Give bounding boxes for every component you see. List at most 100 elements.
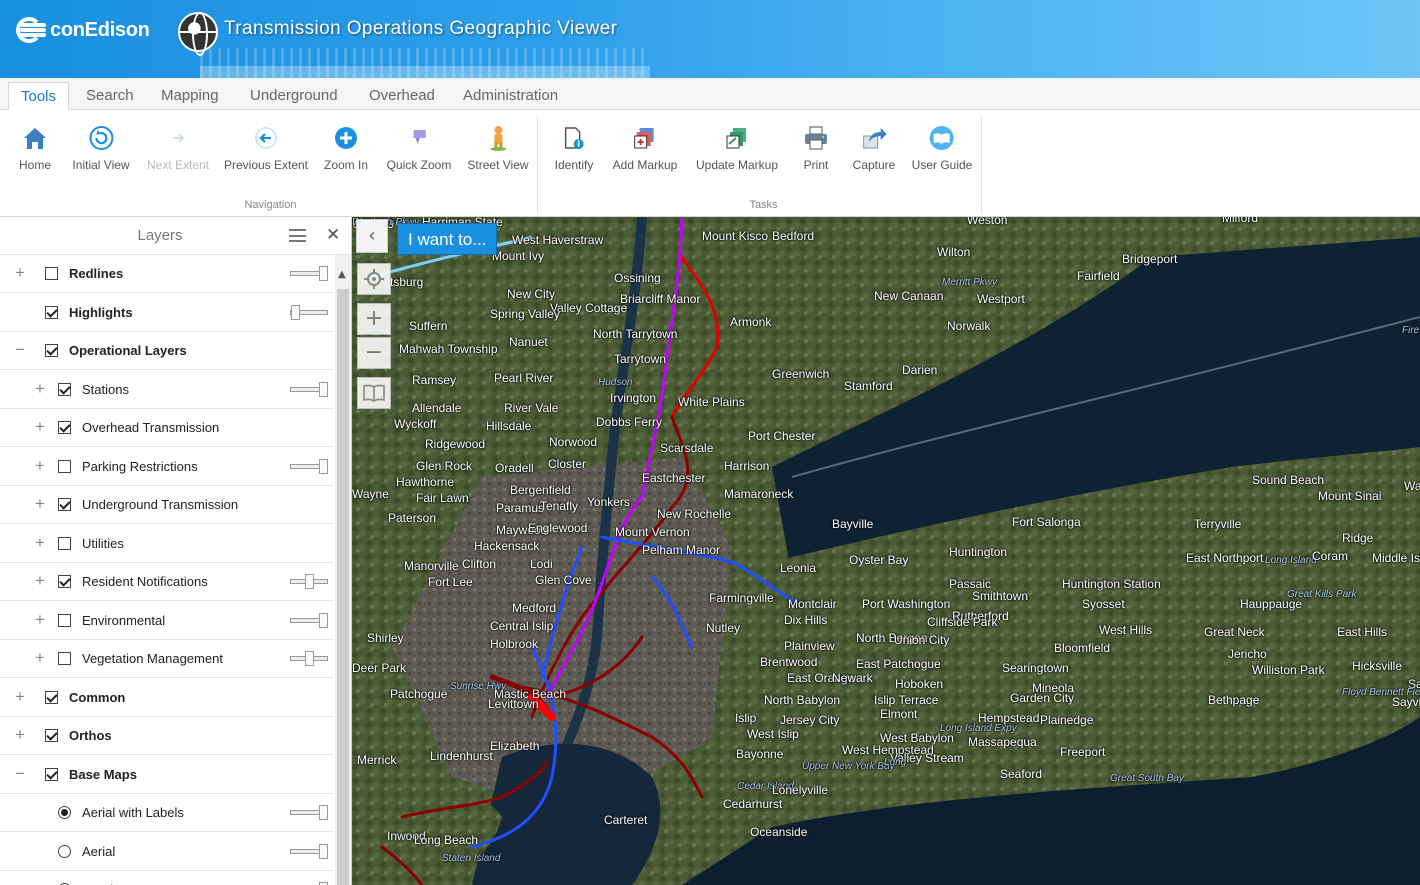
slider-handle[interactable] — [291, 304, 300, 320]
layer-opacity-slider[interactable] — [290, 304, 328, 320]
layer-checkbox[interactable] — [58, 652, 71, 665]
i-want-to-button[interactable]: I want to... — [397, 223, 498, 255]
layer-checkbox[interactable] — [45, 690, 58, 704]
close-icon[interactable]: ✕ — [326, 225, 340, 245]
map-place-label: White Plains — [678, 395, 745, 409]
slider-handle[interactable] — [305, 574, 314, 589]
user-guide-button[interactable]: User Guide — [912, 124, 972, 172]
layer-checkbox[interactable] — [45, 729, 58, 742]
layer-opacity-slider[interactable] — [290, 458, 328, 474]
tab-administration[interactable]: Administration — [451, 82, 570, 110]
locate-icon — [364, 269, 384, 289]
layer-checkbox[interactable] — [58, 536, 71, 550]
layer-checkbox[interactable] — [58, 382, 71, 396]
slider-handle[interactable] — [319, 843, 328, 859]
tab-tools[interactable]: Tools — [8, 82, 70, 110]
tab-mapping[interactable]: Mapping — [149, 82, 231, 110]
scrollbar-thumb[interactable] — [337, 289, 349, 885]
layer-opacity-slider[interactable] — [290, 651, 328, 666]
expand-icon[interactable]: + — [33, 495, 47, 513]
map-place-label: Valley Cottage — [550, 301, 628, 315]
open-book-icon — [363, 384, 385, 402]
map-place-label: Bayville — [832, 517, 874, 531]
slider-handle[interactable] — [319, 805, 328, 820]
layer-radio[interactable] — [58, 806, 71, 819]
tasks-group-label: Tasks — [749, 199, 778, 211]
map-place-label: Patchogue — [390, 687, 448, 701]
layer-opacity-slider[interactable] — [290, 574, 328, 589]
expand-icon[interactable]: + — [13, 264, 27, 282]
header-skyline-base — [200, 66, 650, 78]
collapse-icon[interactable]: − — [13, 341, 27, 359]
tab-search[interactable]: Search — [74, 82, 146, 110]
slider-handle[interactable] — [319, 381, 328, 397]
add-markup-button[interactable]: Add Markup — [613, 124, 677, 172]
layer-opacity-slider[interactable] — [290, 843, 328, 859]
expand-icon[interactable]: + — [33, 533, 47, 552]
slider-handle[interactable] — [319, 266, 328, 281]
layer-checkbox[interactable] — [58, 498, 71, 511]
menu-icon[interactable] — [289, 229, 306, 242]
capture-button[interactable]: Capture — [853, 124, 895, 172]
layer-opacity-slider[interactable] — [290, 381, 328, 397]
expand-icon[interactable]: + — [33, 572, 47, 590]
expand-icon[interactable]: + — [33, 379, 47, 398]
expand-icon[interactable]: + — [33, 418, 47, 436]
map-place-label: Fairfield — [1077, 269, 1120, 283]
previous-extent-button[interactable]: Previous Extent — [224, 124, 308, 172]
quick-zoom-button[interactable]: Quick Zoom — [387, 124, 451, 172]
map-place-label: Ridge — [1342, 531, 1374, 545]
layer-checkbox[interactable] — [45, 767, 58, 781]
map-place-label: Norwalk — [947, 319, 991, 333]
slider-handle[interactable] — [305, 651, 314, 666]
bookmarks-button[interactable] — [357, 377, 391, 409]
map-place-label: Irvington — [610, 391, 657, 405]
scroll-up-icon[interactable]: ▲ — [338, 269, 346, 280]
map-zoom-in-button[interactable]: + — [357, 303, 391, 335]
tab-underground[interactable]: Underground — [238, 82, 350, 110]
map-place-label: Ridgewood — [425, 437, 486, 451]
slider-handle[interactable] — [319, 458, 328, 474]
print-button[interactable]: Print — [802, 124, 830, 172]
map-place-label: Seaford — [1000, 767, 1043, 781]
next-extent-button[interactable]: Next Extent — [147, 124, 209, 172]
layer-checkbox[interactable] — [58, 575, 71, 588]
layer-opacity-slider[interactable] — [290, 612, 328, 628]
zoom-in-button[interactable]: Zoom In — [324, 124, 368, 172]
tab-overhead[interactable]: Overhead — [357, 82, 447, 110]
map-place-label: Lodi — [530, 557, 553, 571]
collapse-panel-button[interactable]: ‹ — [356, 219, 388, 253]
layer-checkbox[interactable] — [58, 421, 71, 434]
locate-button[interactable] — [357, 263, 391, 295]
collapse-icon[interactable]: − — [13, 764, 27, 783]
map-place-label: Terryville — [1194, 517, 1242, 531]
expand-icon[interactable]: + — [13, 726, 27, 744]
map-place-label: Leonia — [780, 561, 817, 575]
arrow-right-icon — [164, 124, 192, 152]
map-place-label: Scarsdale — [660, 441, 714, 455]
layer-label: Orthos — [69, 728, 112, 743]
slider-handle[interactable] — [319, 612, 328, 628]
expand-icon[interactable]: + — [33, 610, 47, 629]
update-markup-button[interactable]: Update Markup — [696, 124, 778, 172]
layer-checkbox[interactable] — [58, 613, 71, 627]
identify-button[interactable]: Identify — [555, 124, 593, 172]
map-zoom-out-button[interactable]: − — [357, 337, 391, 369]
layer-opacity-slider[interactable] — [290, 266, 328, 281]
layer-checkbox[interactable] — [45, 267, 58, 280]
expand-icon[interactable]: + — [33, 456, 47, 475]
layer-checkbox[interactable] — [45, 344, 58, 357]
layer-radio[interactable] — [58, 844, 71, 858]
home-button[interactable]: Home — [19, 124, 51, 172]
expand-icon[interactable]: + — [33, 649, 47, 667]
layer-checkbox[interactable] — [45, 305, 58, 319]
map-place-label: Fire Island Natl. Seashore — [1402, 325, 1420, 336]
initial-view-button[interactable]: Initial View — [72, 124, 130, 172]
expand-icon[interactable]: + — [13, 687, 27, 706]
map-view[interactable]: Harriman StateWest HaverstrawMount IvyMo… — [352, 217, 1420, 885]
layer-checkbox[interactable] — [58, 459, 71, 473]
map-place-label: New City — [507, 287, 556, 301]
layer-opacity-slider[interactable] — [290, 805, 328, 820]
layers-scrollbar[interactable]: ▲ — [335, 255, 351, 885]
street-view-button[interactable]: Street View — [467, 124, 529, 172]
